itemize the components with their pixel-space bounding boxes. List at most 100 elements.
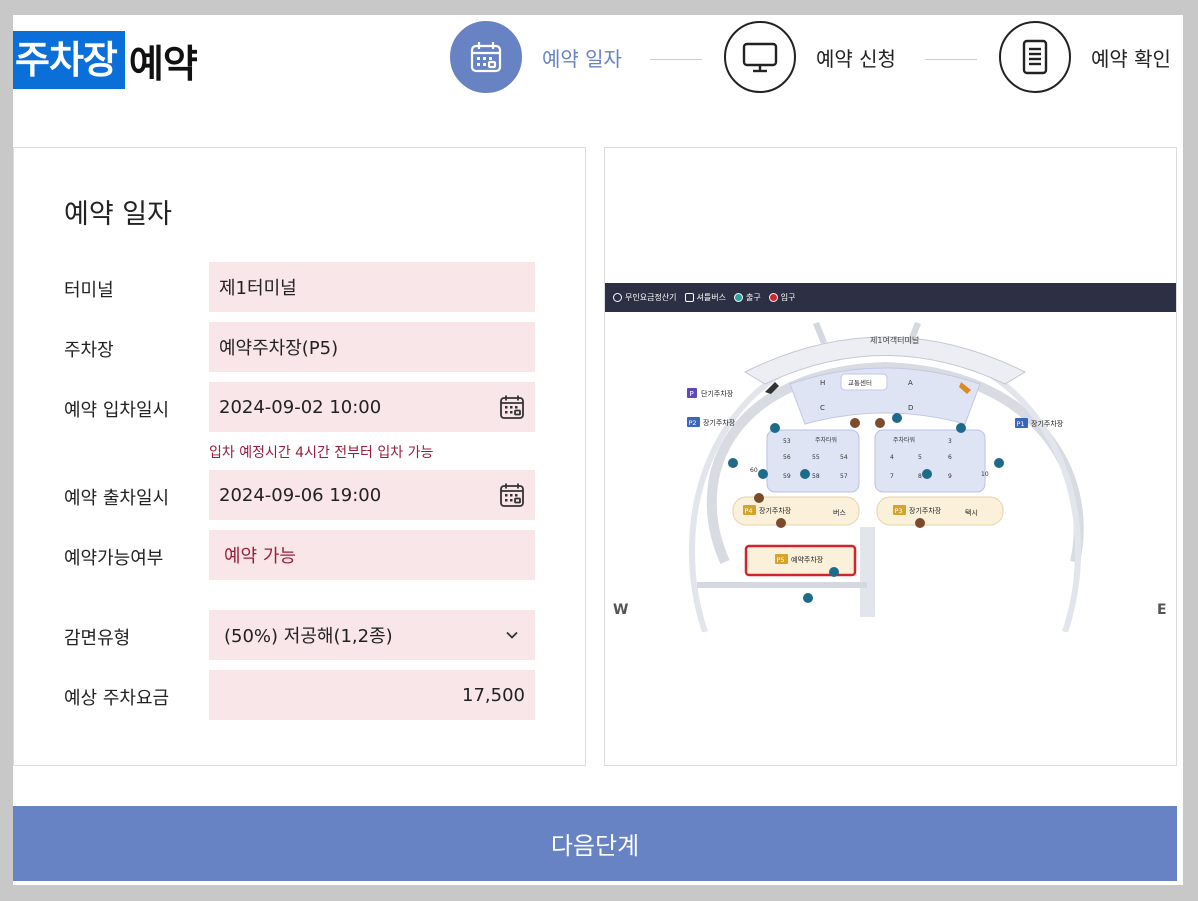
terminal-value: 제1터미널: [219, 278, 297, 299]
step-label: 예약 일자: [542, 46, 622, 71]
svg-text:4: 4: [890, 454, 894, 461]
svg-text:60: 60: [750, 467, 758, 474]
terminal-name: 제1여객터미널: [870, 335, 919, 345]
fee-value: 17,500: [462, 684, 525, 706]
legend-label: 입구: [780, 293, 796, 302]
exit-datetime-label: 예약 출차일시: [64, 488, 170, 509]
parking-map: 제1여객터미널 H A C D 교통센터 53 주차타워 56 55 54 59 58 5…: [687, 322, 1084, 632]
terminal-field[interactable]: 제1터미널: [209, 262, 535, 312]
svg-text:55: 55: [812, 454, 820, 461]
step-reservation-date: 예약 일자: [450, 21, 622, 93]
zone-h: H: [820, 379, 825, 387]
exit-datetime-value: 2024-09-06 19:00: [219, 484, 382, 506]
legend-payment-machine: 무인요금정산기: [613, 292, 677, 303]
availability-field: 예약 가능: [209, 530, 535, 580]
svg-text:7: 7: [890, 473, 894, 480]
exit-datetime-field[interactable]: 2024-09-06 19:00: [209, 470, 535, 520]
availability-value: 예약 가능: [224, 546, 296, 567]
legend-label: 출구: [745, 293, 761, 302]
reservation-form-panel: 예약 일자 터미널 제1터미널 주차장 예약주차장(P5) 예약 입차일시 20…: [13, 147, 586, 766]
compass-west: W: [613, 602, 629, 618]
form-title: 예약 일자: [64, 199, 172, 230]
discount-type-value: (50%) 저공해(1,2종): [224, 626, 393, 647]
svg-text:10: 10: [981, 471, 989, 478]
south-road: [860, 527, 875, 617]
availability-label: 예약가능여부: [64, 548, 164, 569]
p2-label: 장기주차장: [703, 418, 736, 427]
fee-field: 17,500: [209, 670, 535, 720]
step-circle: [724, 21, 796, 93]
calendar-icon: [470, 42, 502, 73]
svg-text:53: 53: [783, 438, 791, 445]
p1-label: 장기주차장: [1031, 419, 1064, 428]
step-circle: [999, 21, 1071, 93]
terminal-label: 터미널: [64, 280, 114, 301]
page-title-rest: 예약: [128, 41, 198, 86]
parking-value: 예약주차장(P5): [219, 338, 339, 359]
entry-hint: 입차 예정시간 4시간 전부터 입차 가능: [209, 445, 434, 461]
parking-map-panel: 무인요금정산기 셔틀버스 출구 입구 제1여객터미널 H A C D 교통센터 …: [604, 147, 1177, 766]
legend-entrance: 입구: [768, 292, 796, 303]
calendar-icon[interactable]: [499, 482, 525, 508]
parking-field[interactable]: 예약주차장(P5): [209, 322, 535, 372]
parking-block-west: [766, 429, 860, 493]
legend-label: 무인요금정산기: [625, 293, 677, 302]
page: 주차장 예약 예약 일자 예약 신청 예약 확인 예약 일자 터미널 제1터미널…: [13, 15, 1183, 885]
svg-text:5: 5: [918, 454, 922, 461]
svg-text:59: 59: [783, 473, 791, 480]
discount-type-select[interactable]: (50%) 저공해(1,2종): [209, 610, 535, 660]
svg-text:8: 8: [918, 473, 922, 480]
step-divider: [925, 59, 977, 60]
zone-c: C: [820, 404, 825, 412]
exit-icon: [733, 293, 743, 302]
lower-road: [697, 582, 867, 588]
step-reservation-confirm: 예약 확인: [999, 21, 1171, 93]
page-title: 주차장 예약: [13, 31, 198, 89]
legend-exit: 출구: [733, 292, 761, 303]
terminal-pier: [813, 322, 827, 344]
entry-datetime-value: 2024-09-02 10:00: [219, 396, 382, 418]
chevron-down-icon[interactable]: [505, 628, 519, 642]
parking-block-east: [874, 429, 986, 493]
step-divider: [650, 59, 702, 60]
svg-text:9: 9: [948, 473, 952, 480]
monitor-icon: [742, 42, 778, 73]
svg-text:주차타워: 주차타워: [893, 436, 915, 444]
entrance-icon: [768, 293, 778, 302]
p4-label: 장기주차장: [759, 506, 792, 515]
page-title-highlight: 주차장: [13, 31, 125, 89]
calendar-icon[interactable]: [499, 394, 525, 420]
p2-badge-text: P2: [689, 419, 697, 427]
compass-east: E: [1157, 602, 1167, 618]
svg-text:57: 57: [840, 473, 848, 480]
map-legend-bar: 무인요금정산기 셔틀버스 출구 입구: [605, 283, 1176, 312]
payment-machine-icon: [613, 293, 622, 302]
traffic-center-label: 교통센터: [848, 378, 872, 387]
zone-a: A: [908, 379, 913, 387]
parking-label: 주차장: [64, 340, 114, 361]
p1-badge-text: P1: [1017, 420, 1025, 428]
entry-datetime-label: 예약 입차일시: [64, 400, 170, 421]
legend-shuttle: 셔틀버스: [684, 292, 726, 303]
taxi-label: 택시: [965, 508, 978, 517]
zone-d: D: [908, 404, 913, 412]
p-badge-text: P: [690, 390, 694, 398]
document-icon: [1022, 39, 1048, 75]
svg-text:6: 6: [948, 454, 952, 461]
svg-text:3: 3: [948, 438, 952, 445]
p4-badge-text: P4: [745, 507, 753, 515]
svg-text:58: 58: [812, 473, 820, 480]
bus-label: 버스: [833, 508, 846, 517]
fee-label: 예상 주차요금: [64, 688, 170, 709]
svg-text:주차타워: 주차타워: [815, 436, 837, 444]
legend-label: 셔틀버스: [696, 293, 726, 302]
p3-badge-text: P3: [895, 507, 903, 515]
next-step-button[interactable]: 다음단계: [13, 806, 1177, 881]
discount-type-label: 감면유형: [64, 628, 131, 649]
svg-text:54: 54: [840, 454, 848, 461]
entry-datetime-field[interactable]: 2024-09-02 10:00: [209, 382, 535, 432]
step-circle: [450, 21, 522, 93]
step-label: 예약 신청: [816, 46, 896, 71]
short-term-label: 단기주차장: [701, 389, 734, 398]
svg-text:56: 56: [783, 454, 791, 461]
